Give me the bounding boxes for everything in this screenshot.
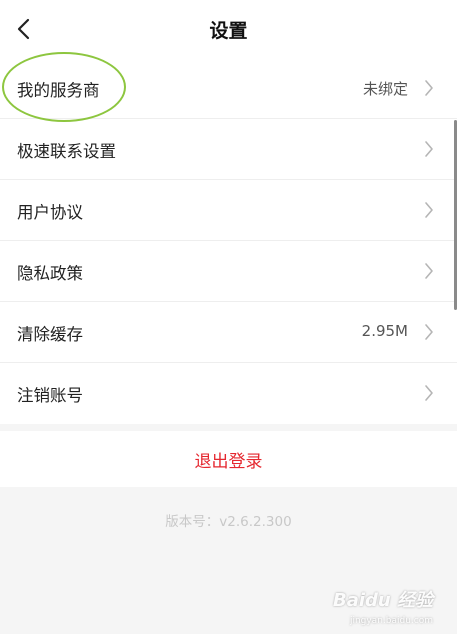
watermark-text: Baidu 经验 [332, 590, 433, 611]
chevron-right-icon [425, 202, 433, 218]
settings-item-value: 2.95M [361, 322, 408, 340]
chevron-right-icon [425, 385, 433, 401]
settings-item-quick-contact[interactable]: 极速联系设置 [0, 119, 457, 180]
baidu-watermark-logo: Baidu 经验 [333, 586, 433, 612]
settings-item-clear-cache[interactable]: 清除缓存 2.95M [0, 302, 457, 363]
settings-item-user-agreement[interactable]: 用户协议 [0, 180, 457, 241]
settings-item-label: 用户协议 [17, 203, 83, 222]
chevron-right-icon [425, 141, 433, 157]
settings-item-label: 注销账号 [17, 386, 83, 405]
settings-item-service-provider[interactable]: 我的服务商 未绑定 [0, 58, 457, 119]
logout-button[interactable]: 退出登录 [0, 431, 457, 487]
version-text: 版本号：v2.6.2.300 [165, 514, 292, 530]
page-title: 设置 [209, 20, 248, 42]
settings-item-label: 极速联系设置 [17, 142, 116, 161]
settings-item-label: 清除缓存 [17, 325, 83, 344]
settings-item-privacy-policy[interactable]: 隐私政策 [0, 241, 457, 302]
settings-item-label: 隐私政策 [17, 264, 83, 283]
chevron-right-icon [425, 263, 433, 279]
settings-item-delete-account[interactable]: 注销账号 [0, 363, 457, 424]
chevron-right-icon [425, 324, 433, 340]
app-header: 设置 [0, 0, 457, 58]
settings-list: 我的服务商 未绑定 极速联系设置 用户协议 隐私政策 清除缓存 2.95M 注销… [0, 58, 457, 424]
chevron-right-icon [425, 80, 433, 96]
watermark-subtext: jingyan.baidu.com [349, 616, 433, 626]
settings-item-value: 未绑定 [362, 80, 408, 98]
settings-item-label: 我的服务商 [17, 81, 100, 100]
logout-label: 退出登录 [194, 451, 263, 472]
